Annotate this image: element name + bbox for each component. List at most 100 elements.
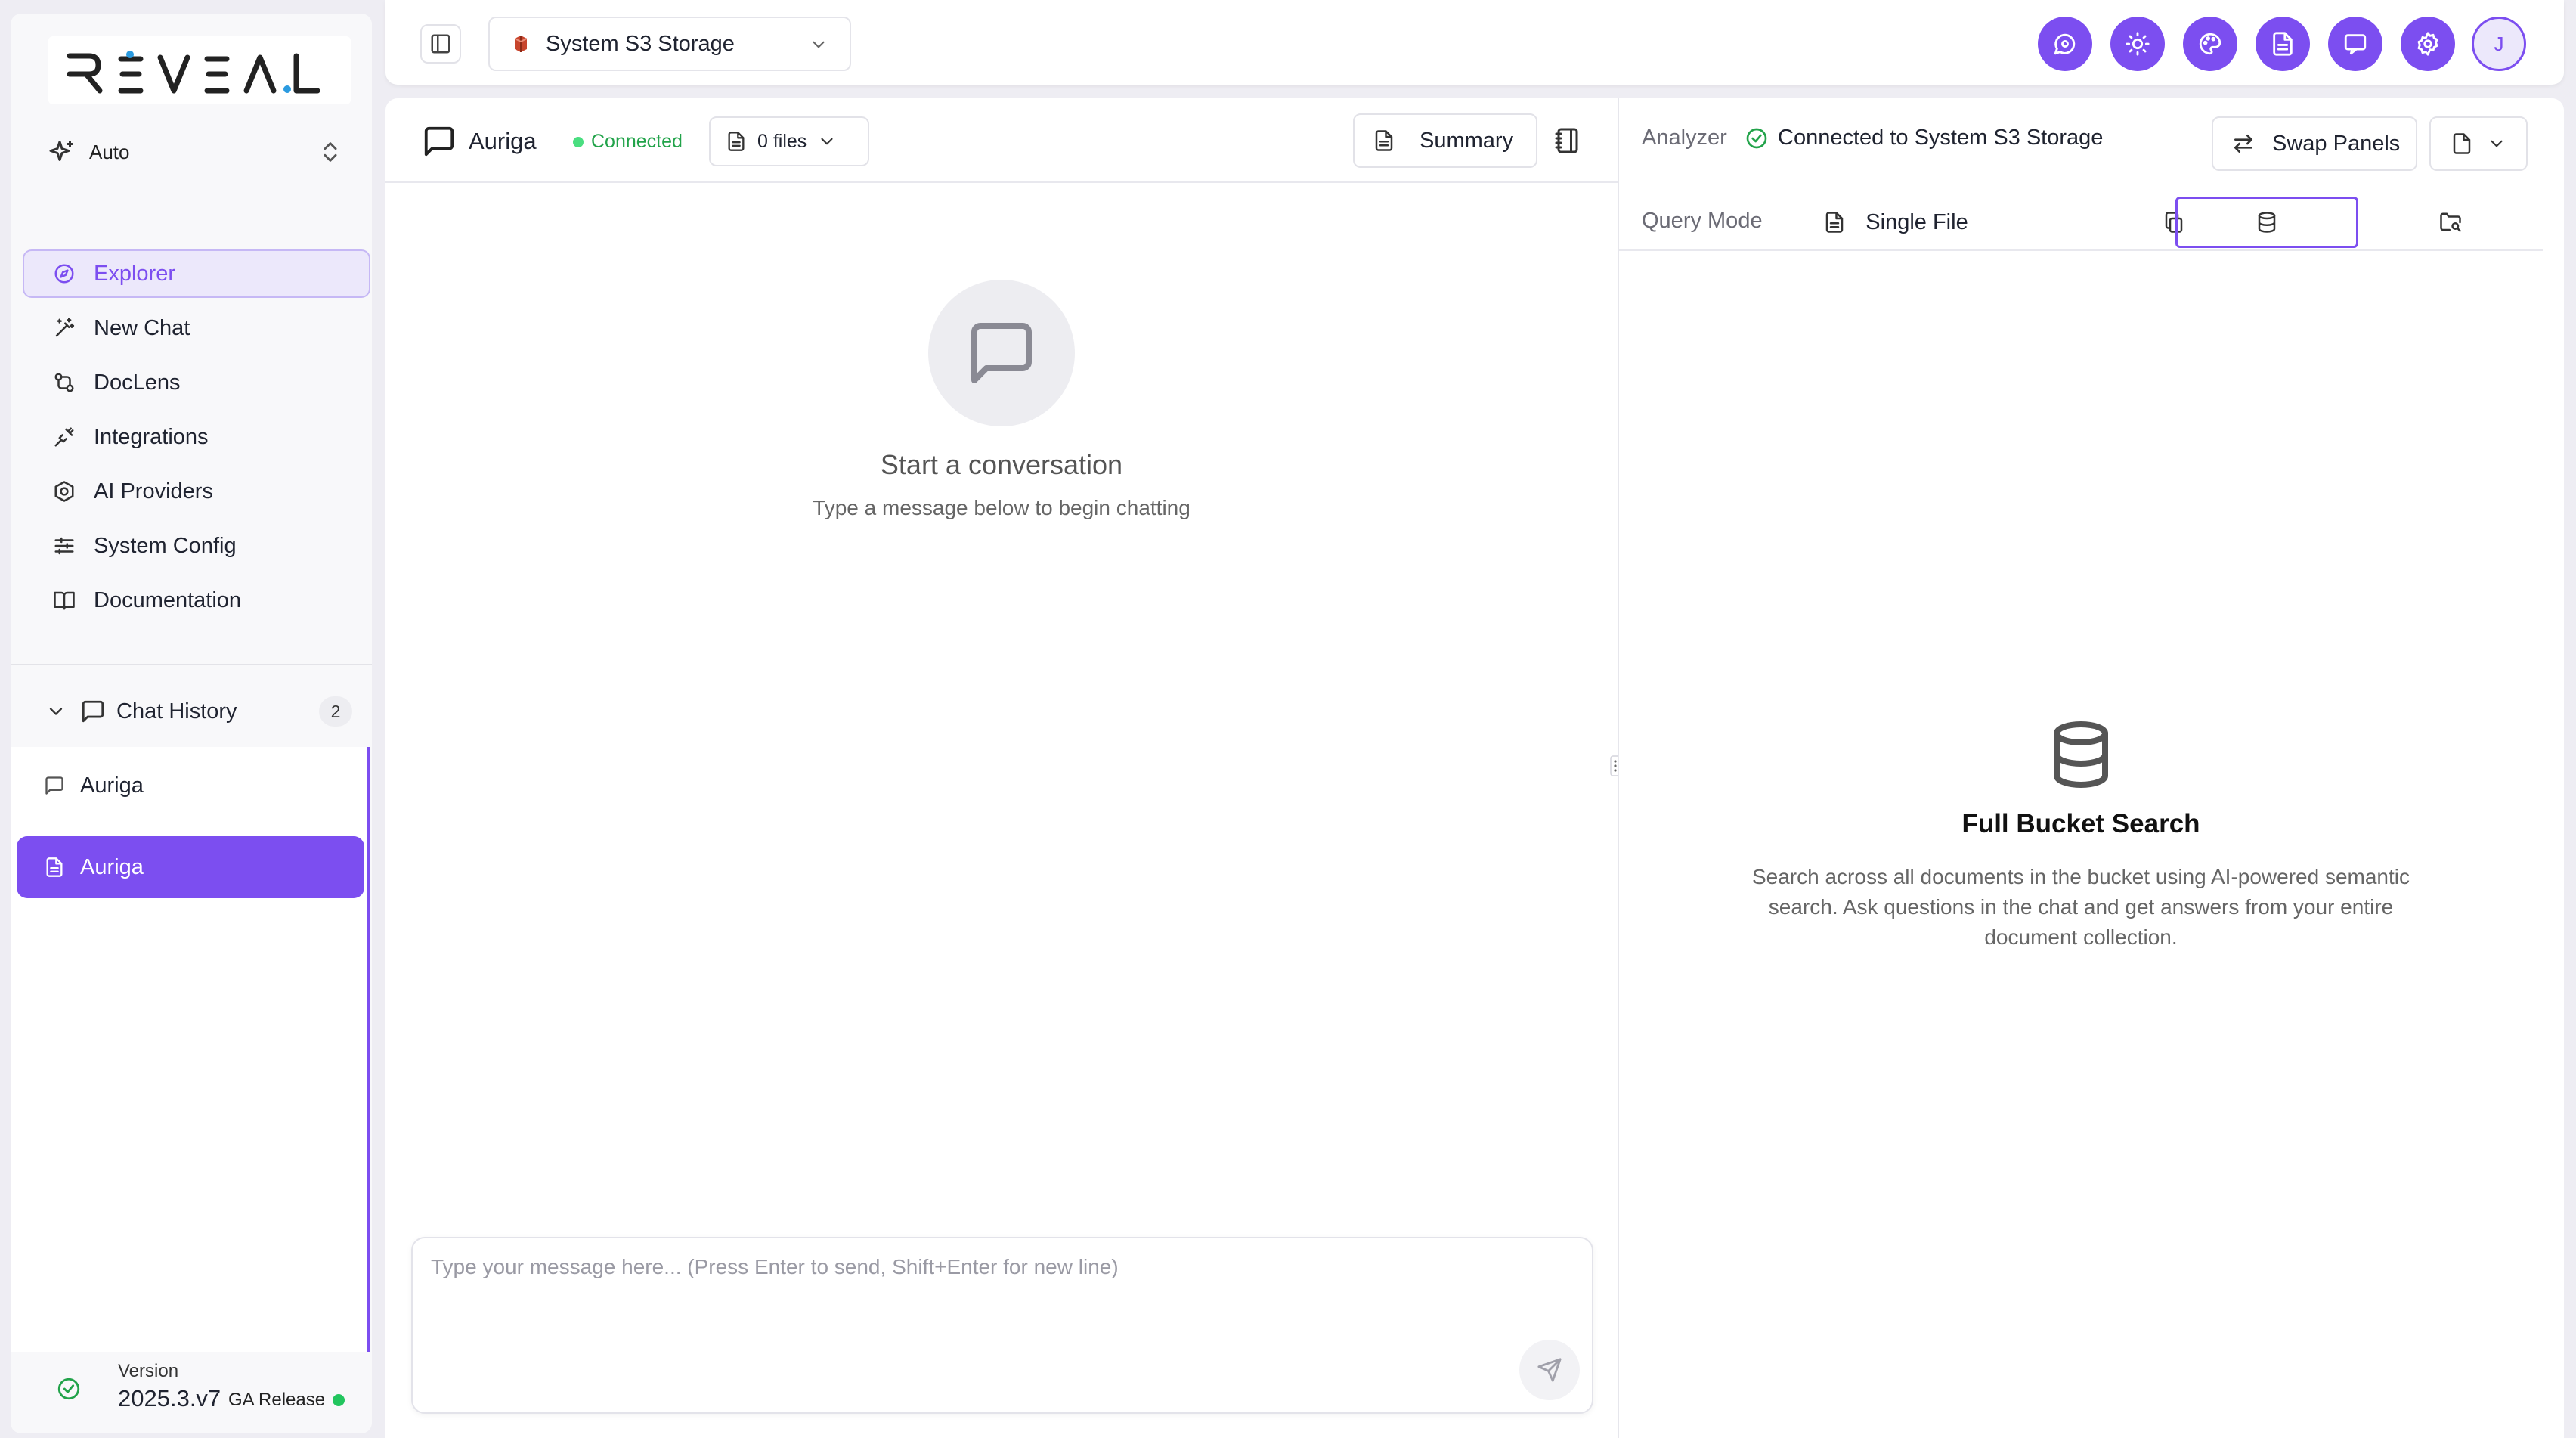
- chat-title: Auriga: [422, 124, 537, 159]
- user-avatar[interactable]: J: [2472, 17, 2526, 71]
- file-text-icon: [1375, 130, 1393, 151]
- sidebar-item-explorer[interactable]: Explorer: [23, 249, 370, 298]
- history-item-label: Auriga: [80, 773, 144, 798]
- empty-chat-subtitle: Type a message below to begin chatting: [813, 496, 1190, 519]
- version-value: 2025.3.v7: [118, 1385, 221, 1412]
- sun-icon: [2126, 32, 2150, 56]
- sidebar-item-label: Explorer: [94, 261, 175, 286]
- query-mode-full-bucket[interactable]: [2175, 197, 2358, 248]
- palette-button[interactable]: [2183, 17, 2237, 71]
- check-circle-icon: [1746, 128, 1767, 148]
- sidebar-toggle-button[interactable]: [420, 24, 461, 64]
- analyzer-status-text: Connected to System S3 Storage: [1778, 126, 2104, 150]
- analyzer-connection-status: Connected to System S3 Storage: [1745, 126, 2103, 150]
- mode-label: Auto: [89, 140, 130, 163]
- chevron-down-icon: [821, 138, 833, 145]
- full-bucket-search-title: Full Bucket Search: [1961, 809, 2200, 838]
- sparkles-icon: [49, 141, 73, 161]
- history-item-label: Auriga: [80, 854, 144, 879]
- query-mode-bar: Query Mode Single File: [1619, 191, 2543, 251]
- analyzer-header: Analyzer Connected to System S3 Storage …: [1619, 98, 2535, 183]
- git-compare-icon: [54, 373, 74, 392]
- query-mode-folder-search[interactable]: [2360, 197, 2541, 248]
- gear-icon: [2417, 32, 2438, 56]
- file-text-icon: [46, 857, 63, 877]
- plug-icon: [54, 427, 74, 447]
- connection-status-text: Connected: [591, 131, 683, 152]
- query-mode-single-file[interactable]: Single File: [1813, 197, 1979, 248]
- mode-select[interactable]: Auto: [48, 133, 343, 171]
- message-square-icon: [82, 700, 104, 723]
- feedback-button[interactable]: [2328, 17, 2382, 71]
- sidebar-item-system-config[interactable]: System Config: [23, 522, 370, 570]
- sidebar-item-ai-providers[interactable]: AI Providers: [23, 467, 370, 516]
- full-bucket-search-info: Full Bucket Search Search across all doc…: [1619, 718, 2543, 953]
- top-bar: System S3 Storage J: [385, 0, 2564, 85]
- chat-empty-state: Start a conversation Type a message belo…: [385, 280, 1618, 520]
- sidebar-divider: [11, 664, 372, 665]
- chat-history-title: Chat History: [116, 699, 237, 724]
- file-text-icon: [728, 132, 745, 151]
- release-status-dot: [333, 1394, 345, 1406]
- monitor-message-icon: [2344, 34, 2367, 55]
- chat-assistant-button[interactable]: [2038, 17, 2092, 71]
- logo-wordmark: [67, 51, 320, 94]
- empty-chat-illustration: [928, 280, 1075, 426]
- summary-button[interactable]: Summary: [1353, 113, 1537, 168]
- chevron-down-icon: [49, 708, 63, 715]
- chat-panel: Auriga Connected 0 files Summary Start a…: [385, 98, 1618, 1438]
- send-icon: [1537, 1358, 1562, 1382]
- chat-history-count-badge: 2: [319, 696, 352, 727]
- history-item-auriga-selected[interactable]: Auriga: [17, 836, 364, 898]
- connection-status: Connected: [573, 131, 683, 153]
- release-label: GA Release: [228, 1390, 326, 1410]
- arrows-swap-icon: [2234, 135, 2252, 153]
- message-square-icon: [45, 776, 63, 795]
- sidebar-item-label: DocLens: [94, 370, 181, 395]
- send-button[interactable]: [1519, 1340, 1580, 1400]
- theme-toggle-button[interactable]: [2110, 17, 2165, 71]
- analyzer-label: Analyzer: [1642, 126, 1727, 150]
- query-mode-single-file-label: Single File: [1865, 209, 1968, 234]
- chat-history-list: Auriga Auriga: [11, 747, 370, 1352]
- full-bucket-search-description: Search across all documents in the bucke…: [1751, 865, 2410, 949]
- reveal-logo[interactable]: [48, 36, 351, 104]
- aws-s3-icon: [514, 36, 528, 52]
- empty-chat-title: Start a conversation: [880, 449, 1123, 480]
- folder-search-icon: [2440, 212, 2461, 232]
- panel-left-icon: [431, 34, 450, 54]
- sidebar-item-integrations[interactable]: Integrations: [23, 413, 370, 461]
- settings-button[interactable]: [2401, 17, 2455, 71]
- storage-label: System S3 Storage: [546, 31, 735, 56]
- storage-select[interactable]: System S3 Storage: [488, 17, 851, 71]
- status-dot: [573, 136, 584, 147]
- swap-panels-button[interactable]: Swap Panels: [2212, 116, 2417, 171]
- file-text-icon: [2273, 32, 2293, 56]
- files-dropdown[interactable]: 0 files: [709, 116, 869, 166]
- chevrons-up-down-icon: [324, 142, 337, 162]
- sidebar-item-documentation[interactable]: Documentation: [23, 576, 370, 624]
- sidebar-nav: Explorer New Chat DocLens Integrations A…: [23, 249, 370, 631]
- analyzer-panel: Analyzer Connected to System S3 Storage …: [1618, 98, 2564, 1438]
- documents-button[interactable]: [2256, 17, 2310, 71]
- release-status: GA Release: [228, 1390, 345, 1411]
- sidebar-item-label: New Chat: [94, 315, 190, 340]
- palette-icon: [2199, 33, 2221, 55]
- database-icon: [2258, 212, 2276, 233]
- message-square-icon: [971, 323, 1032, 383]
- sidebar-item-new-chat[interactable]: New Chat: [23, 304, 370, 352]
- document-type-dropdown[interactable]: [2429, 116, 2528, 171]
- history-item-auriga[interactable]: Auriga: [17, 755, 364, 817]
- message-input[interactable]: [431, 1255, 1504, 1391]
- chat-history-toggle[interactable]: Chat History 2: [45, 686, 352, 736]
- sidebar-item-label: AI Providers: [94, 479, 213, 504]
- sidebar-item-doclens[interactable]: DocLens: [23, 358, 370, 407]
- sidebar: Auto Explorer New Chat DocLens Integrati…: [11, 14, 372, 1433]
- files-count-label: 0 files: [757, 130, 807, 152]
- sidebar-item-label: Integrations: [94, 424, 209, 449]
- chevron-down-icon: [2491, 140, 2503, 147]
- book-icon: [54, 591, 75, 610]
- notebook-icon[interactable]: [1554, 127, 1581, 154]
- chat-header: Auriga Connected 0 files Summary: [385, 98, 1618, 183]
- query-mode-label: Query Mode: [1642, 209, 1763, 233]
